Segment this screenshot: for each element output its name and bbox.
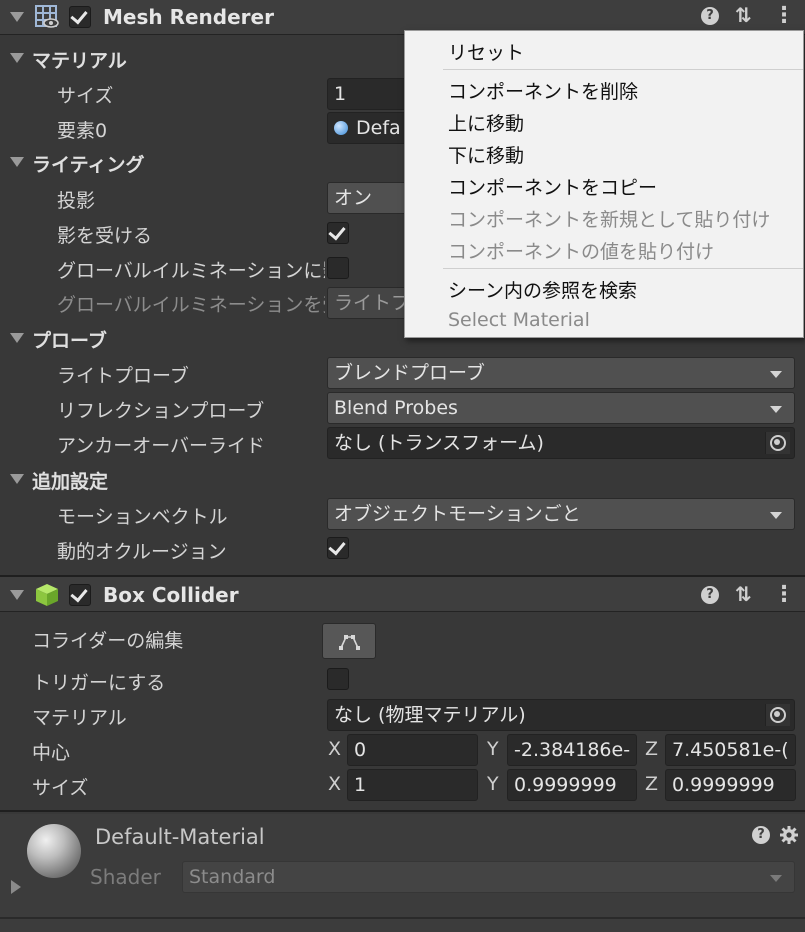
- anchor-override-field[interactable]: なし (トランスフォーム): [327, 427, 795, 459]
- material-foldout-icon[interactable]: [11, 880, 21, 894]
- reflection-probes-dropdown[interactable]: Blend Probes: [327, 392, 795, 424]
- cast-shadows-value: オン: [334, 187, 373, 209]
- materials-section-title[interactable]: マテリアル: [32, 46, 127, 73]
- context-menu[interactable]: リセット コンポーネントを削除 上に移動 下に移動 コンポーネントをコピー コン…: [404, 30, 804, 338]
- light-probes-dropdown[interactable]: ブレンドプローブ: [327, 357, 795, 389]
- element0-material-value: Defa: [356, 117, 401, 139]
- materials-size-label: サイズ: [57, 85, 114, 107]
- additional-settings-section-title[interactable]: 追加設定: [32, 467, 108, 494]
- motion-vectors-value: オブジェクトモーションごと: [334, 503, 581, 525]
- component-divider: [0, 810, 805, 812]
- center-label: 中心: [32, 742, 71, 764]
- menu-item-reset[interactable]: リセット: [448, 38, 524, 65]
- material-name: Default-Material: [95, 825, 265, 849]
- dropdown-arrow-icon: [770, 371, 782, 378]
- gear-icon[interactable]: [778, 824, 800, 846]
- receive-gi-label: グローバルイルミネーションを受け: [57, 294, 325, 316]
- dynamic-occlusion-label: 動的オクルージョン: [57, 541, 227, 563]
- contribute-gi-label: グローバルイルミネーションに影響: [57, 260, 325, 282]
- help-icon[interactable]: ?: [701, 586, 719, 604]
- receive-shadows-checkbox[interactable]: [327, 222, 349, 244]
- menu-item-paste-component-as-new: コンポーネントを新規として貼り付け: [448, 209, 771, 231]
- shader-label: Shader: [90, 865, 161, 889]
- dropdown-arrow-icon: [770, 406, 782, 413]
- collider-material-label: マテリアル: [32, 707, 127, 729]
- cast-shadows-label: 投影: [57, 190, 96, 212]
- size-y-axis-label[interactable]: Y: [487, 773, 499, 795]
- reflection-probes-label: リフレクションプローブ: [57, 400, 265, 422]
- menu-item-move-up[interactable]: 上に移動: [448, 109, 524, 136]
- materials-foldout-icon[interactable]: [10, 53, 24, 63]
- size-z-field[interactable]: 0.9999999: [665, 769, 796, 801]
- menu-item-find-references-in-scene[interactable]: シーン内の参照を検索: [448, 276, 637, 303]
- edit-collider-button[interactable]: [322, 623, 376, 659]
- lighting-foldout-icon[interactable]: [10, 157, 24, 167]
- menu-separator: [443, 69, 803, 70]
- menu-item-copy-component[interactable]: コンポーネントをコピー: [448, 173, 657, 200]
- collider-material-value: なし (物理マテリアル): [334, 704, 526, 726]
- menu-item-move-down[interactable]: 下に移動: [448, 141, 524, 168]
- element0-label: 要素0: [57, 120, 108, 142]
- size-x-field[interactable]: 1: [347, 769, 478, 801]
- help-icon[interactable]: ?: [701, 7, 719, 25]
- contribute-gi-checkbox[interactable]: [327, 257, 349, 279]
- shader-dropdown: Standard: [182, 861, 795, 893]
- center-x-field[interactable]: 0: [347, 734, 478, 766]
- probes-section-title[interactable]: プローブ: [32, 326, 107, 353]
- component-title: Mesh Renderer: [103, 5, 274, 29]
- reflection-probes-value: Blend Probes: [334, 397, 458, 419]
- edit-collider-label: コライダーの編集: [32, 630, 184, 652]
- size-y-field[interactable]: 0.9999999: [507, 769, 637, 801]
- dynamic-occlusion-checkbox[interactable]: [327, 537, 349, 559]
- center-y-field[interactable]: -2.384186e-: [507, 734, 637, 766]
- center-x-axis-label[interactable]: X: [328, 738, 341, 760]
- more-options-icon[interactable]: ⋮: [773, 3, 795, 28]
- lighting-section-title[interactable]: ライティング: [32, 150, 144, 177]
- light-probes-value: ブレンドプローブ: [334, 362, 485, 384]
- mesh-renderer-icon: [34, 4, 60, 30]
- object-picker-icon[interactable]: [765, 704, 790, 726]
- box-collider-enabled-checkbox[interactable]: [69, 584, 91, 606]
- motion-vectors-dropdown[interactable]: オブジェクトモーションごと: [327, 498, 795, 530]
- motion-vectors-label: モーションベクトル: [57, 506, 228, 528]
- menu-separator: [443, 268, 803, 269]
- mesh-renderer-enabled-checkbox[interactable]: [69, 6, 91, 28]
- box-collider-icon: [34, 582, 60, 608]
- additional-settings-foldout-icon[interactable]: [10, 474, 24, 484]
- size-x-axis-label[interactable]: X: [328, 773, 341, 795]
- center-y-axis-label[interactable]: Y: [487, 738, 499, 760]
- size-z-axis-label[interactable]: Z: [645, 773, 658, 795]
- menu-item-select-material: Select Material: [448, 309, 590, 331]
- is-trigger-checkbox[interactable]: [327, 668, 349, 690]
- component-title: Box Collider: [103, 583, 239, 607]
- collider-material-field[interactable]: なし (物理マテリアル): [327, 699, 795, 731]
- panel-divider: [0, 917, 805, 919]
- menu-item-paste-component-values: コンポーネントの値を貼り付け: [448, 241, 715, 263]
- light-probes-label: ライトプローブ: [57, 365, 189, 387]
- probes-foldout-icon[interactable]: [10, 333, 24, 343]
- dropdown-arrow-icon: [770, 512, 782, 519]
- anchor-override-value: なし (トランスフォーム): [334, 432, 544, 454]
- foldout-arrow-icon[interactable]: [10, 12, 24, 22]
- presets-icon[interactable]: ⇅: [735, 582, 752, 606]
- more-options-icon[interactable]: ⋮: [773, 582, 795, 607]
- help-icon[interactable]: ?: [752, 826, 770, 844]
- object-picker-icon[interactable]: [765, 432, 790, 454]
- dropdown-arrow-icon: [770, 875, 782, 882]
- shader-value: Standard: [189, 866, 276, 888]
- foldout-arrow-icon[interactable]: [10, 590, 24, 600]
- is-trigger-label: トリガーにする: [32, 672, 166, 694]
- material-icon: [334, 121, 348, 135]
- edit-collider-icon: [339, 635, 360, 650]
- box-collider-header[interactable]: Box Collider ? ⇅ ⋮: [0, 577, 805, 612]
- receive-shadows-label: 影を受ける: [57, 225, 153, 247]
- size-label: サイズ: [32, 777, 89, 799]
- material-preview-sphere: [27, 824, 81, 878]
- center-z-field[interactable]: 7.450581e-(: [665, 734, 796, 766]
- anchor-override-label: アンカーオーバーライド: [57, 435, 266, 457]
- presets-icon[interactable]: ⇅: [735, 3, 752, 27]
- center-z-axis-label[interactable]: Z: [645, 738, 658, 760]
- menu-item-remove-component[interactable]: コンポーネントを削除: [448, 77, 638, 104]
